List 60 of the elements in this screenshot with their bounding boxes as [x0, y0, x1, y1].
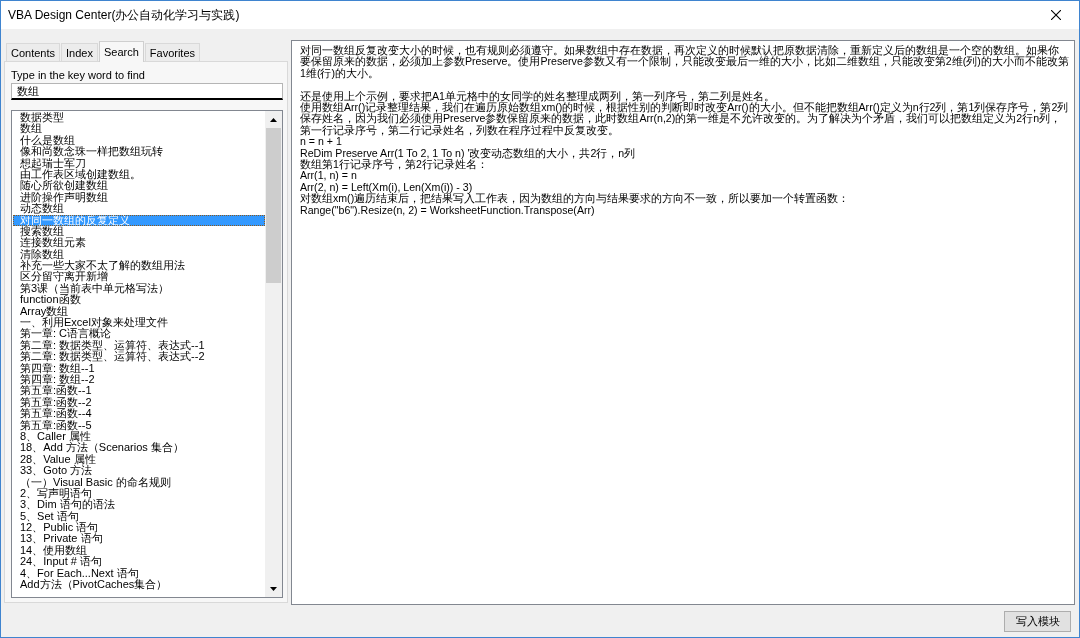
scrollbar[interactable] — [265, 111, 282, 597]
topic-item[interactable]: 动态数组 — [13, 203, 265, 215]
close-icon — [1051, 10, 1061, 20]
topic-item[interactable]: 像和尚数念珠一样把数组玩转 — [13, 146, 265, 158]
topic-item[interactable]: 数据类型 — [13, 112, 265, 124]
tab[interactable]: Favorites — [144, 43, 201, 61]
content-paragraph: Arr(2, n) = Left(Xm(i), Len(Xm(i)) - 3) — [300, 181, 474, 193]
content-paragraph: Arr(1, n) = n — [300, 170, 357, 182]
topic-item[interactable]: 3、Dim 语句的语法 — [13, 499, 265, 511]
tab[interactable]: Search — [98, 41, 144, 62]
topic-item[interactable]: 第四章: 数组--2 — [13, 374, 265, 386]
topic-item[interactable]: 第二章: 数据类型、运算符、表达式--2 — [13, 351, 265, 363]
topic-item[interactable]: 5、Set 语句 — [13, 510, 265, 523]
write-module-button[interactable]: 写入模块 — [1004, 610, 1071, 632]
content-paragraph: 对同一数组反复改变大小的时候，也有规则必须遵守。如果数组中存在数据，再次定义的时候默认把原数据清除，重新定义后的数组是一个空的数组。如果你要保留原来的数据，必须加上参数Preserve。使用Preserve参数又有一个限制，只能改变最后一维的大小，比如二维数组，只能改变第2维(列)的大小而不能改第1维(行)的大小。 — [300, 45, 1069, 80]
topic-item[interactable]: 第一章: C语言概论 — [13, 328, 265, 340]
content-paragraph: Range("b6").Resize(n, 2) = WorksheetFunction.Transpose(Arr) — [300, 204, 595, 217]
tab[interactable]: Contents — [6, 43, 61, 61]
topic-item[interactable]: 搜索数组 — [13, 225, 265, 238]
content-paragraph: 使用数组Arr()记录整理结果，我们在遍历原始数组xm()的时候，根据性别的判断即时改变Arr()的大小。但不能把数组Arr()定义为n行2列，第1列保存序号，第2列保存姓名，因为我们必须使用Preserve参数保留原来的数据，此时数组Arr(n,2)的第一维是不允许改变的。为了解决为个矛盾，我们可以把数组定义为2行n列，第一行记录序号，第二行记录姓名，列数在程序过程中反复改变。 — [300, 102, 1069, 137]
topic-item[interactable]: 随心所欲创建数组 — [13, 180, 265, 192]
topic-item[interactable]: 2、写声明语句 — [13, 487, 265, 500]
topic-item[interactable]: 进阶操作声明数组 — [13, 191, 265, 204]
content-paragraph: 对数组xm()遍历结束后，把结果写入工作表，因为数组的方向与结果要求的方向不一致，所以要加一个转置函数： — [300, 193, 851, 205]
content-paragraph: 数组第1行记录序号，第2行记录姓名： — [300, 159, 488, 171]
topic-item[interactable]: 连接数组元素 — [13, 237, 265, 249]
topic-item[interactable]: 33、Goto 方法 — [13, 465, 265, 477]
topic-item[interactable]: 区分留守离开新增 — [13, 271, 265, 283]
topic-item[interactable]: 28、Value 属性 — [13, 453, 265, 466]
topic-item[interactable]: 由工作表区域创建数组。 — [13, 168, 265, 181]
content-paragraph: 还是使用上个示例，要求把A1单元格中的女同学的姓名整理成两列，第一列序号，第二列是姓名。 — [300, 90, 775, 102]
search-label: Type in the key word to find — [11, 69, 145, 82]
topic-item[interactable]: 一、利用Excel对象来处理文件 — [13, 317, 265, 329]
topic-item[interactable]: 第3课（当前表中单元格写法） — [13, 282, 265, 295]
window-title: VBA Design Center(办公自动化学习与实践) — [7, 6, 241, 24]
topic-item[interactable]: 12、Public 语句 — [13, 522, 265, 534]
caret-down-icon — [270, 586, 277, 591]
topic-item[interactable]: 18、Add 方法（Scenarios 集合） — [13, 442, 265, 454]
topic-item[interactable]: 第四章: 数组--1 — [13, 362, 265, 374]
caret-up-icon — [270, 117, 277, 122]
search-field[interactable]: 数组 — [11, 83, 283, 100]
tab[interactable]: Index — [61, 43, 98, 61]
topic-item[interactable]: 第五章:函数--5 — [13, 419, 265, 431]
topic-item[interactable]: Array数组 — [13, 305, 265, 318]
topic-item[interactable]: 数组 — [13, 123, 265, 135]
topic-item[interactable]: 什么是数组 — [13, 134, 265, 147]
topic-item[interactable]: 13、Private 语句 — [13, 533, 265, 545]
content-paragraph: ReDim Preserve Arr(1 To 2, 1 To n) '改变动态数组的大小，共2行，n列 — [300, 147, 637, 159]
scroll-thumb[interactable] — [266, 128, 281, 283]
content-paragraph: n = n + 1 — [300, 136, 342, 148]
topic-item[interactable]: 4、For Each...Next 语句 — [13, 567, 265, 579]
topic-item[interactable]: 第五章:函数--1 — [13, 385, 265, 397]
topic-item[interactable]: 第五章:函数--4 — [13, 408, 265, 420]
topic-item[interactable]: 14、使用数组 — [13, 544, 265, 557]
topic-item[interactable]: （一）Visual Basic 的命名规则 — [13, 476, 265, 488]
topic-item[interactable]: Add方法（PivotCaches集合） — [13, 579, 265, 591]
topic-item[interactable]: function函数 — [13, 294, 265, 306]
topic-item[interactable]: 想起瑞士军刀 — [13, 157, 265, 169]
topic-item[interactable]: 补充一些大家不太了解的数组用法 — [13, 260, 265, 272]
topic-item[interactable]: 24、Input # 语句 — [13, 556, 265, 568]
